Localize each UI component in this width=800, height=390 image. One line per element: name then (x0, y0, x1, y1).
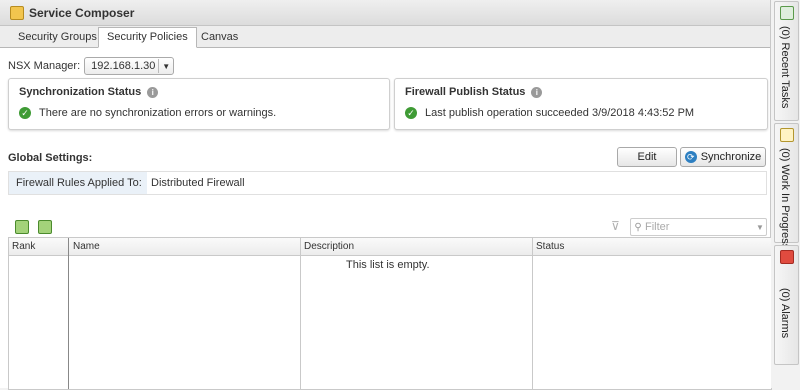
edit-button[interactable]: Edit (617, 147, 677, 167)
column-divider[interactable] (68, 238, 69, 389)
nsx-manager-label: NSX Manager: (8, 60, 81, 72)
recent-tasks-panel[interactable]: (0) Recent Tasks (774, 1, 799, 121)
tab-security-policies[interactable]: Security Policies (98, 27, 197, 48)
check-circle-icon: ✓ (19, 107, 31, 119)
synchronize-button[interactable]: ⟳ Synchronize (680, 147, 766, 167)
alarm-icon (780, 250, 794, 264)
firewall-rules-row: Firewall Rules Applied To: Distributed F… (8, 171, 767, 195)
work-in-progress-label: (0) Work In Progress (779, 148, 791, 250)
info-icon[interactable]: i (147, 86, 159, 98)
tab-bar: Security Groups Security Policies Canvas (0, 26, 770, 48)
tasks-icon (780, 6, 794, 20)
firewall-rules-key: Firewall Rules Applied To: (9, 172, 147, 194)
column-header-name[interactable]: Name (70, 238, 301, 255)
column-divider[interactable] (300, 238, 301, 389)
firewall-status-message: Last publish operation succeeded 3/9/201… (425, 107, 695, 119)
column-divider[interactable] (532, 238, 533, 389)
sync-status-title: Synchronization Status (19, 86, 142, 98)
recent-tasks-label: (0) Recent Tasks (779, 26, 791, 109)
window-title: Service Composer (29, 5, 135, 20)
empty-list-message: This list is empty. (346, 259, 430, 271)
nsx-manager-row: NSX Manager: 192.168.1.30 ▼ (8, 57, 175, 75)
notepad-icon (780, 128, 794, 142)
chevron-down-icon[interactable]: ▼ (754, 223, 766, 232)
add-policy-icon[interactable] (15, 220, 29, 234)
service-composer-window: Service Composer Security Groups Securit… (0, 0, 772, 390)
title-bar: Service Composer (0, 0, 770, 26)
info-icon[interactable]: i (531, 86, 543, 98)
firewall-status-title: Firewall Publish Status (405, 86, 526, 98)
filter-input[interactable]: ⚲ Filter ▼ (630, 218, 767, 236)
column-header-rank[interactable]: Rank (9, 238, 69, 255)
edit-button-label: Edit (637, 151, 657, 163)
check-circle-icon: ✓ (405, 107, 417, 119)
column-header-description[interactable]: Description (301, 238, 532, 255)
service-composer-icon (10, 5, 24, 20)
synchronize-button-label: Synchronize (700, 151, 762, 163)
sync-status-panel: Synchronization Status i ✓ There are no … (8, 78, 390, 130)
nsx-manager-value: 192.168.1.30 (91, 60, 156, 72)
firewall-rules-value: Distributed Firewall (151, 177, 245, 189)
grid-header: Rank Name Description Status (9, 238, 771, 256)
chevron-down-icon: ▼ (158, 59, 173, 73)
work-in-progress-panel[interactable]: (0) Work In Progress (774, 123, 799, 249)
column-header-status[interactable]: Status (533, 238, 769, 255)
tab-canvas[interactable]: Canvas (193, 28, 246, 46)
search-icon: ⚲ (634, 221, 642, 233)
tab-security-groups[interactable]: Security Groups (10, 28, 105, 46)
filter-placeholder: Filter (645, 221, 670, 233)
policies-grid: Rank Name Description Status This list i… (8, 237, 772, 390)
global-settings-label: Global Settings: (8, 152, 93, 164)
nsx-manager-select[interactable]: 192.168.1.30 ▼ (84, 57, 175, 75)
firewall-status-panel: Firewall Publish Status i ✓ Last publish… (394, 78, 768, 130)
sync-status-message: There are no synchronization errors or w… (39, 107, 277, 119)
alarms-label: (0) Alarms (779, 288, 791, 339)
right-sidebar: (0) Recent Tasks (0) Work In Progress (0… (771, 0, 800, 388)
sync-icon: ⟳ (684, 151, 697, 163)
clear-filter-icon[interactable]: ⊽ (611, 219, 623, 233)
alarms-panel[interactable]: (0) Alarms (774, 245, 799, 365)
import-policy-icon[interactable] (38, 220, 52, 234)
